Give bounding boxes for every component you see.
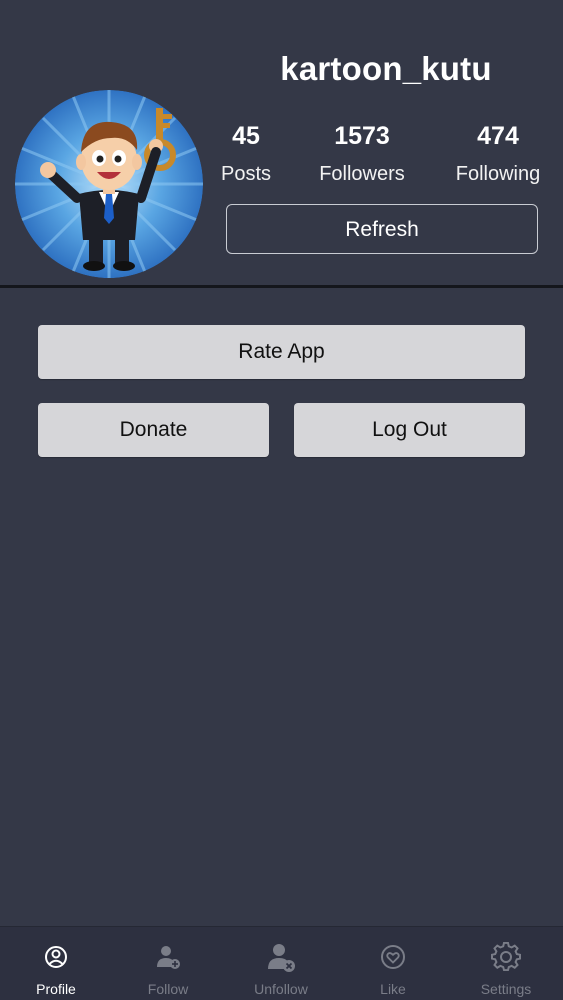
avatar [15, 90, 203, 278]
username: kartoon_kutu [280, 50, 492, 87]
tab-settings[interactable]: Settings [450, 927, 562, 1000]
tab-label-unfollow: Unfollow [254, 981, 308, 997]
gear-icon [491, 941, 521, 972]
rate-app-button[interactable]: Rate App [38, 325, 525, 379]
tab-bar: Profile Follow Unfollow Like Settings [0, 926, 563, 1000]
following-count: 474 [477, 122, 519, 150]
tab-unfollow[interactable]: Unfollow [225, 927, 337, 1000]
posts-label: Posts [220, 163, 272, 185]
tab-like[interactable]: Like [337, 927, 449, 1000]
tab-label-profile: Profile [36, 981, 76, 997]
posts-stat: 45 Posts [186, 118, 306, 194]
donate-button[interactable]: Donate [38, 403, 269, 457]
profile-icon [45, 946, 67, 968]
posts-count: 45 [232, 122, 260, 150]
tab-follow[interactable]: Follow [112, 927, 224, 1000]
header-divider [0, 285, 563, 288]
tab-label-settings: Settings [480, 981, 532, 997]
followers-count: 1573 [334, 122, 390, 150]
follow-user-icon [157, 946, 180, 969]
followers-label: Followers [319, 163, 405, 185]
log-out-button[interactable]: Log Out [294, 403, 525, 457]
tab-label-like: Like [380, 981, 406, 997]
tab-label-follow: Follow [147, 981, 189, 997]
profile-header: kartoon_kutu 45 Posts 1573 Followers 474… [0, 0, 563, 286]
following-label: Following [455, 163, 541, 185]
refresh-button[interactable]: Refresh [226, 204, 538, 254]
tab-profile[interactable]: Profile [0, 927, 112, 1000]
profile-screen: kartoon_kutu 45 Posts 1573 Followers 474… [0, 0, 563, 1000]
cartoon-businessman-avatar-icon [15, 90, 203, 278]
heart-icon [381, 945, 405, 969]
followers-stat: 1573 Followers [302, 118, 422, 194]
unfollow-user-icon [268, 944, 295, 972]
following-stat: 474 Following [438, 118, 558, 194]
